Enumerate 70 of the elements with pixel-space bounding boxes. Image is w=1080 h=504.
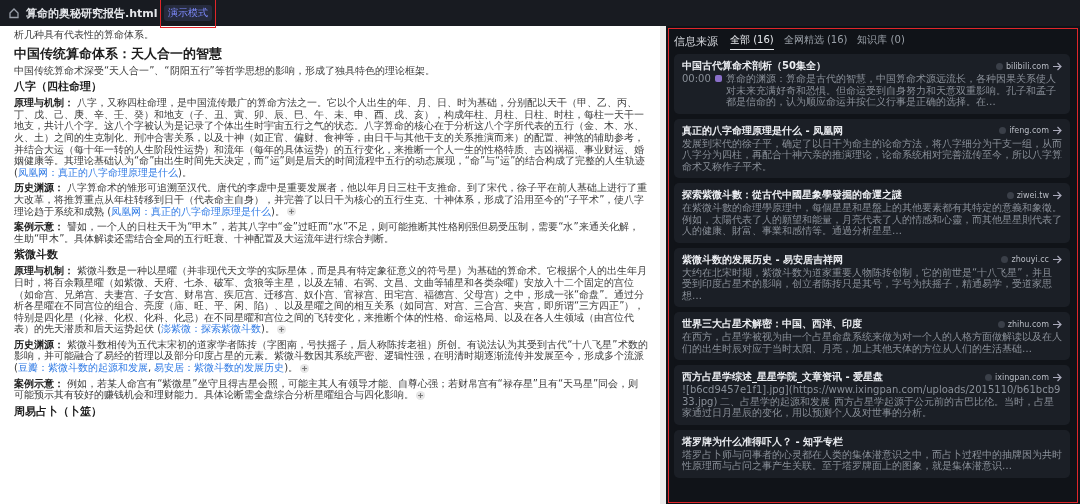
paragraph: 原理与机制： 紫微斗数是一种以星曜（并非现代天文学的实际星体，而是具有特定象征意义的符号星）为基础的算命术。它根据个人的出生年月日时，将百余颗星曜（如紫微、天府、七杀、破军、贪狼等主星，以及左辅、右弼、文昌、文曲等辅星和各类杂曜）安放入十二个固定的宫位（如命宫、兄弟宫、夫妻宫、子女宫、财帛宫、疾厄宫、迁移宫、奴仆宫、官禄宫、田宅宫、福德宫、父母宫）之中，形成一张“命盘”。通过分析各星曜在不同宫位的组合、亮度（庙、旺、平、闲、陷）、以及星曜之间的相互关系（如同宫、对宫、三合宫、夹宫，即所谓“三方四正”），特别是四化星（化禄、化权、化科、化忌）在不同星曜和宫位之间的飞转变化，来推断个体的性格、命运格局、以及在各人生领域（由宫位代表）的先天潜质和后天运势起伏 (澎紫微：探索紫微斗数)。	[14, 265, 648, 335]
card-snippet: 大约在北宋时期，紫微斗数为道家重要人物陈抟创制，它的前世是“十八飞星”，并且受到印度占星术的影响，创立者陈抟只是其号，字号为扶摇子，精通易学，受道家思想…	[682, 266, 1054, 301]
site-icon	[1001, 256, 1009, 263]
arrow-icon	[1052, 126, 1062, 135]
source-card[interactable]: 塔罗牌为什么准得吓人？ - 知乎专栏 塔罗占卜师与问事者的心灵都在人类的集体潜意识之中，而占卜过程中的抽牌因为共时性原理而与占问之事产生关联。至于塔罗牌面上的图象，就是集体潜意识…	[674, 429, 1070, 478]
filter-tab[interactable]: 知识库 (0)	[857, 32, 905, 50]
arrow-icon	[1052, 255, 1062, 264]
source-card[interactable]: 紫微斗数的发展历史 - 易安居吉祥网 zhouyi.cc 大约在北宋时期，紫微斗数为道家重要人物陈抟创制，它的前世是“十八飞星”，并且受到印度占星术的影响，创立者陈抟只是其号，字号为扶摇子，精通易学，受道家思想…	[674, 247, 1070, 307]
source-link[interactable]: 易安居：紫微斗数的发展历史	[154, 362, 285, 374]
card-snippet: 在紫微斗數的命理學原理中，每個星星和星盤上的其他要素都有其特定的意義和象徵。例如，太陽代表了人的願望和能量，月亮代表了人的情感和心靈，而其他星星則代表了人的健康、財富、事業和感情等。通過分析星星…	[682, 202, 1062, 237]
card-title: 真正的八字命理原理是什么 - 凤凰网	[682, 124, 845, 137]
paragraph: 中国传统算命术深受“天人合一”、“阴阳五行”等哲学思想的影响，形成了独具特色的理论框架。	[14, 64, 436, 77]
site-icon	[997, 320, 1005, 328]
arrow-icon	[1052, 61, 1062, 71]
site-icon	[1006, 191, 1014, 199]
card-title: 紫微斗数的发展历史 - 易安居吉祥网	[682, 253, 845, 266]
paragraph: 历史渊源： 紫微斗数相传为五代末宋初的道家学者陈抟（字图南，号扶摇子，后人称陈抟老祖）所创。有说法认为其受到古代“十八飞星”术数的影响，并可能融合了易经的哲理以及部分印度占星的元素。紫微斗数因其系统严密、逻辑性强，在明清时期逐渐流传并发展至今，形成多个流派 (豆瓣：紫微斗数的起源和发展, 易安居：紫微斗数的发展历史)。	[14, 338, 648, 374]
card-title: 塔罗牌为什么准得吓人？ - 知乎专栏	[682, 435, 845, 448]
site-icon	[985, 373, 992, 381]
paragraph: 案例示意： 譬如，一个人的日柱天干为“甲木”，若其八字中“金”过旺而“水”不足，则可能推断其性格刚强但易受压制，需要“水”来通关化解，生助“甲木”。具体解读还需结合全局的五行旺衰、十神配置及大运流年进行综合判断。	[14, 221, 640, 245]
card-title: 世界三大占星术解密：中国、西洋、印度	[682, 318, 863, 330]
plus-icon	[417, 391, 424, 399]
filter-tab[interactable]: 全部 (16)	[730, 32, 774, 50]
card-title: 西方占星学综述_星星学院_文章资讯 - 爱星盘	[682, 371, 885, 383]
emoji-icon	[713, 74, 723, 83]
paragraph: 原理与机制： 八字，又称四柱命理，是中国流传最广的算命方法之一。它以个人出生的年、月、日、时为基础，分别配以天干（甲、乙、丙、丁、戊、己、庚、辛、壬、癸）和地支（子、丑、寅、卯、辰、巳、午、未、申、酉、戌、亥），构成年柱、月柱、日柱、时柱，每柱一天干一地支，共计八个字。这八个字被认为是记录了个体出生时宇宙五行之气的状态。八字算命的核心在于分析这八个字所代表的五行（金、木、水、火、土）之间的生克制化、刑冲合害关系，以及十神（如正官、偏财、食神等，由日干与其他干支的关系推演而来）的配置、神煞的辅助参考，并结合大运（每十年一转的人生阶段性运势）和流年（每年的具体运势）的五行变化，来推断一个人一生的性格特质、吉凶祸福、事业财运、婚姻健康等。其理论基础认为“命”由出生时间先天决定，而“运”则是后天的时间流程中五行的动态展现，“命”与“运”的结合构成了完整的人生轨迹 (凤凰网：真正的八字命理原理是什么)。	[14, 97, 647, 179]
source-card[interactable]: 西方占星学综述_星星学院_文章资讯 - 爱星盘 ixingpan.com ![b6cd9457e1f1].jpg](https://www.ixingpan.com/uploads/2015110/b61bcb933.jpg) 二、占星学的起源和发展 西方占星学起源于公元前的古巴比伦。当时，占星家通过日月星辰的变化，用以预测个人及对世事的分析。	[674, 365, 1070, 425]
site-icon	[995, 62, 1003, 70]
card-snippet: 发展到宋代的徐子平，确定了以日干为命主的论命方法，将八字细分为干支一组，从而八字分为四柱，再配合十神六亲的推演理论，论命系统相对完善流传至今，所以八字算命术又称作子平术。	[682, 137, 1062, 172]
subsection-heading: 周易占卜（卜筮）	[14, 404, 103, 419]
file-title: 算命的奥秘研究报告.html	[26, 5, 158, 21]
plus-icon	[288, 208, 295, 216]
arrow-icon	[1052, 190, 1062, 200]
arrow-icon	[1052, 372, 1062, 382]
card-title: 探索紫微斗數：從古代中國星象學發掘的命運之謎	[682, 189, 903, 201]
card-snippet: 算命的渊源：算命是古代的智慧，中国算命术源远流长，各种因果关系使人对未来充满好奇和恐惧。但命运受到自身努力和天意双重影响。孔子和孟子都是信命的，认为顺应命运并按仁义行事是正确的选择。在…	[725, 73, 1057, 108]
mode-badge: 演示模式	[163, 5, 212, 21]
section-heading: 中国传统算命体系：天人合一的智慧	[14, 44, 223, 62]
citation-icon[interactable]	[300, 363, 310, 373]
citation-icon[interactable]	[416, 390, 425, 400]
filter-tab[interactable]: 全网精选 (16)	[783, 32, 848, 50]
source-domain: zhouyi.cc	[1011, 255, 1049, 264]
panel-title: 信息来源	[674, 33, 718, 49]
timestamp: 00:00	[682, 73, 711, 85]
source-domain: ziwei.tw	[1016, 190, 1049, 200]
home-icon	[8, 7, 20, 19]
citation-icon[interactable]	[277, 324, 286, 334]
source-domain: bilibili.com	[1005, 61, 1049, 71]
source-domain: ifeng.com	[1009, 126, 1049, 135]
card-snippet: ![b6cd9457e1f1].jpg](https://www.ixingpan.com/uploads/2015110/b61bcb933.jpg) 二、占星学的起源和发展 西方占星学起源于公元前的古巴比伦。当时，占星家通过日月星辰的变化，用以预测个人及对世事的分析。	[682, 384, 1062, 419]
site-icon	[999, 127, 1007, 134]
plus-icon	[301, 364, 309, 372]
plus-icon	[278, 325, 285, 333]
card-snippet: 塔罗占卜师与问事者的心灵都在人类的集体潜意识之中，而占卜过程中的抽牌因为共时性原理而与占问之事产生关联。至于塔罗牌面上的图象，就是集体潜意识…	[682, 448, 1062, 472]
card-title: 中国古代算命术剖析（50集全）	[682, 60, 827, 72]
source-card[interactable]: 探索紫微斗數：從古代中國星象學發掘的命運之謎 ziwei.tw 在紫微斗數的命理學原理中，每個星星和星盤上的其他要素都有其特定的意義和象徵。例如，太陽代表了人的願望和能量，月亮代表了人的情感和心靈，而其他星星則代表了人的健康、財富、事業和感情等。通過分析星星…	[674, 183, 1070, 243]
scrollbar[interactable]	[660, 26, 666, 504]
source-domain: ixingpan.com	[995, 372, 1049, 382]
source-card[interactable]: 世界三大占星术解密：中国、西洋、印度 zhihu.com 在西方，占星学被视为由一个占星命盘系统来做为对一个人的人格方面做解读以及在人们的出生时辰对应于当时太阳、月亮，加上其他天体的方位从人们的生活基础…	[674, 312, 1070, 360]
source-card[interactable]: 中国古代算命术剖析（50集全） bilibili.com 00:00 算命的渊源：算命是古代的智慧，中国算命术源远流长，各种因果关系使人对未来充满好奇和恐惧。但命运受到自身努力和天意双重影响。孔子和孟子都是信命的，认为顺应命运并按仁义行事是正确的选择。在…	[674, 54, 1070, 114]
citation-icon[interactable]	[287, 207, 296, 217]
paragraph: 历史渊源： 八字算命术的雏形可追溯至汉代。唐代的李虚中是重要发展者，他以年月日三柱干支推命。到了宋代，徐子平在前人基础上进行了重大改革，将推算重点从年柱转移到日干（代表命主自身），并完善了以日干为核心的五行生克、十神体系，形成了沿用至今的“子平术”，使八字理论趋于系统和成熟 (凤凰网：真正的八字命理原理是什么)。	[14, 182, 648, 218]
source-card[interactable]: 真正的八字命理原理是什么 - 凤凰网 ifeng.com 发展到宋代的徐子平，确定了以日干为命主的论命方法，将八字细分为干支一组，从而八字分为四柱，再配合十神六亲的推演理论，论命系统相对完善流传至今，所以八字算命术又称作子平术。	[674, 118, 1070, 178]
paragraph: 析几种具有代表性的算命体系。	[14, 29, 155, 41]
subsection-heading: 八字（四柱命理）	[14, 80, 103, 95]
card-snippet: 在西方，占星学被视为由一个占星命盘系统来做为对一个人的人格方面做解读以及在人们的出生时辰对应于当时太阳、月亮，加上其他天体的方位从人们的生活基础…	[682, 331, 1062, 354]
arrow-icon	[1052, 319, 1062, 329]
source-domain: zhihu.com	[1007, 319, 1049, 329]
subsection-heading: 紫微斗数	[14, 248, 59, 263]
paragraph: 案例示意： 例如，若某人命宫有“紫微星”坐守且得吉星会照，可能主其人有领导才能、自尊心强；若财帛宫有“禄存星”且有“天马星”同会，则可能预示其有较好的赚钱机会和理财能力。具体论断需全盘综合分析星曜组合与四化影响。	[14, 377, 640, 401]
